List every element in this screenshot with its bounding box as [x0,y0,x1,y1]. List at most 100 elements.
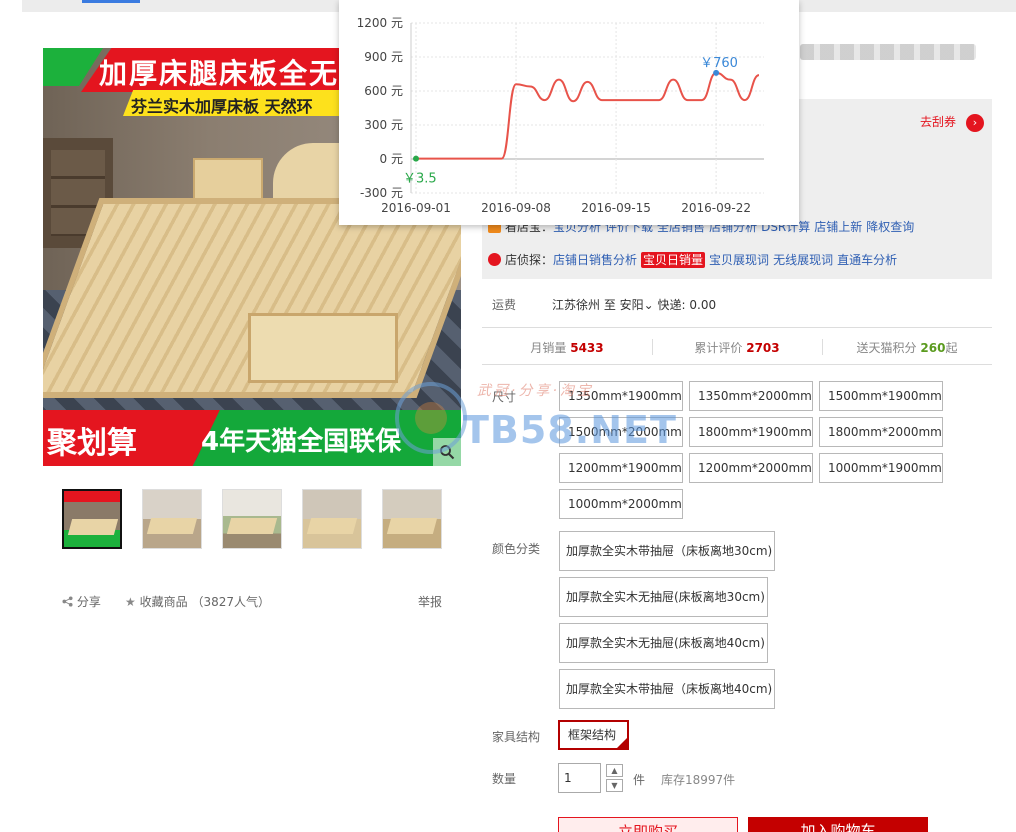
tool-link[interactable]: 降权查询 [866,220,914,234]
color-label: 颜色分类 [492,542,541,556]
y-tick-label: 900 元 [364,50,403,64]
monthly-sales: 月销量 5433 [482,339,652,356]
quantity-increase-button[interactable]: ▲ [606,764,623,777]
structure-option-selected[interactable]: 框架结构 [558,720,629,750]
color-option[interactable]: 加厚款全实木无抽屉(床板离地40cm) [559,623,768,663]
buy-now-button[interactable]: 立即购买 [558,817,738,832]
size-option[interactable]: 1000mm*2000mm [559,489,683,519]
max-price-label: ￥760 [700,56,738,71]
size-option[interactable]: 1200mm*2000mm [689,453,813,483]
size-option[interactable]: 1200mm*1900mm [559,453,683,483]
thumbnail-4[interactable] [302,489,362,549]
favorite-count: （3827人气） [191,595,270,609]
color-option[interactable]: 加厚款全实木无抽屉(床板离地30cm) [559,577,768,617]
size-option[interactable]: 1350mm*2000mm [689,381,813,411]
share-link[interactable]: 分享 [62,593,101,610]
stock-text: 库存18997件 [661,773,736,787]
chevron-down-icon: ⌄ [643,298,654,312]
tool-link[interactable]: 直通车分析 [837,253,897,267]
y-tick-label: 600 元 [364,84,403,98]
thumbnail-1[interactable] [62,489,122,549]
tool-link[interactable]: 店铺日销售分析 [553,253,637,267]
quantity-decrease-button[interactable]: ▼ [606,779,623,792]
shipping-route-text: 江苏徐州 至 安阳 [552,298,644,312]
shipping-route[interactable]: 江苏徐州 至 安阳⌄ 快递: 0.00 [552,296,716,313]
y-tick-label: 1200 元 [357,16,403,30]
price-history-chart: 1200 元 900 元 600 元 300 元 0 元 -300 元2016-09-01… [357,16,764,215]
shipping-express: 快递: 0.00 [657,298,717,312]
monthly-sales-value: 5433 [570,341,604,355]
x-tick-label: 2016-09-01 [381,201,451,215]
price-history-popup: 1200 元 900 元 600 元 300 元 0 元 -300 元 2016-09-01… [339,0,799,225]
tool-link-highlight[interactable]: 宝贝日销量 [641,252,706,268]
product-title-blurred [800,44,976,60]
shipping-row: 运费 江苏徐州 至 安阳⌄ 快递: 0.00 [492,296,716,313]
tool-link[interactable]: 无线展现词 [773,253,833,267]
shipping-label: 运费 [492,298,517,312]
tool-row2-prefix: 店侦探： [505,253,554,267]
size-option[interactable]: 1350mm*1900mm [559,381,683,411]
report-link[interactable]: 举报 [418,593,442,610]
structure-label: 家具结构 [492,730,541,744]
size-option[interactable]: 1800mm*1900mm [689,417,813,447]
size-option[interactable]: 1500mm*1900mm [819,381,943,411]
quantity-label: 数量 [492,772,517,786]
structure-option-text: 框架结构 [568,728,617,742]
image-bottom-right-text: 4年天猫全国联保 [201,427,402,457]
tool-link[interactable]: 店铺上新 [814,220,862,234]
share-icon [62,596,73,607]
tool-row-dianzhentan: 店侦探：店铺日销售分析 宝贝日销量 宝贝展现词 无线展现词 直通车分析 [488,251,901,268]
image-bottom-left-text: 聚划算 [47,426,137,461]
size-option[interactable]: 1000mm*1900mm [819,453,943,483]
coupon-link[interactable]: 去刮券 › [920,113,984,132]
review-count[interactable]: 累计评价 2703 [652,339,822,356]
x-tick-label: 2016-09-22 [681,201,751,215]
favorite-label: 收藏商品 [139,595,188,609]
x-tick-label: 2016-09-08 [481,201,551,215]
tmall-points-suffix: 起 [945,341,958,355]
divider [482,327,992,328]
image-drawer [248,313,398,383]
tmall-points-value: 260 [920,341,946,355]
thumbnail-list [62,489,442,549]
size-label: 尺寸 [492,390,517,404]
favorite-link[interactable]: ★ 收藏商品 （3827人气） [125,593,270,610]
min-price-marker [413,155,419,162]
monthly-sales-label: 月销量 [530,341,567,355]
tool-link[interactable]: 宝贝展现词 [709,253,769,267]
image-top-title: 加厚床腿床板全无 [99,57,340,90]
quantity-unit: 件 [633,773,646,787]
y-tick-label: -300 元 [360,186,403,200]
star-icon: ★ [125,595,136,609]
color-option[interactable]: 加厚款全实木带抽屉（床板离地30cm) [559,531,775,571]
add-to-cart-button[interactable]: 加入购物车 [748,817,928,832]
review-count-label: 累计评价 [694,341,743,355]
image-top-subtitle: 芬兰实木加厚床板 天然环 [131,97,313,116]
size-option[interactable]: 1500mm*2000mm [559,417,683,447]
image-bottom-banner: 聚划算 4年天猫全国联保 [43,410,461,466]
review-count-value: 2703 [746,341,780,355]
share-label: 分享 [76,595,101,609]
y-tick-label: 0 元 [380,152,403,166]
chevron-right-icon: › [966,114,984,132]
dianzhentan-icon [488,253,501,266]
thumbnail-2[interactable] [142,489,202,549]
quantity-input[interactable] [558,763,601,793]
share-row: 分享 ★ 收藏商品 （3827人气） 举报 [62,593,442,609]
min-price-label: ￥3.5 [403,172,437,187]
selected-check-icon [616,737,628,749]
divider [482,364,992,365]
thumbnail-3[interactable] [222,489,282,549]
price-series-line [416,71,760,160]
coupon-label: 去刮券 [919,115,956,129]
x-tick-label: 2016-09-15 [581,201,651,215]
thumbnail-5[interactable] [382,489,442,549]
top-bar-accent [82,0,140,3]
color-option[interactable]: 加厚款全实木带抽屉（床板离地40cm) [559,669,775,709]
stats-row: 月销量 5433 累计评价 2703 送天猫积分 260起 [482,339,992,355]
zoom-icon[interactable] [433,438,461,466]
y-tick-label: 300 元 [364,118,403,132]
tmall-points: 送天猫积分 260起 [822,339,992,356]
tmall-points-label: 送天猫积分 [856,341,917,355]
size-option[interactable]: 1800mm*2000mm [819,417,943,447]
